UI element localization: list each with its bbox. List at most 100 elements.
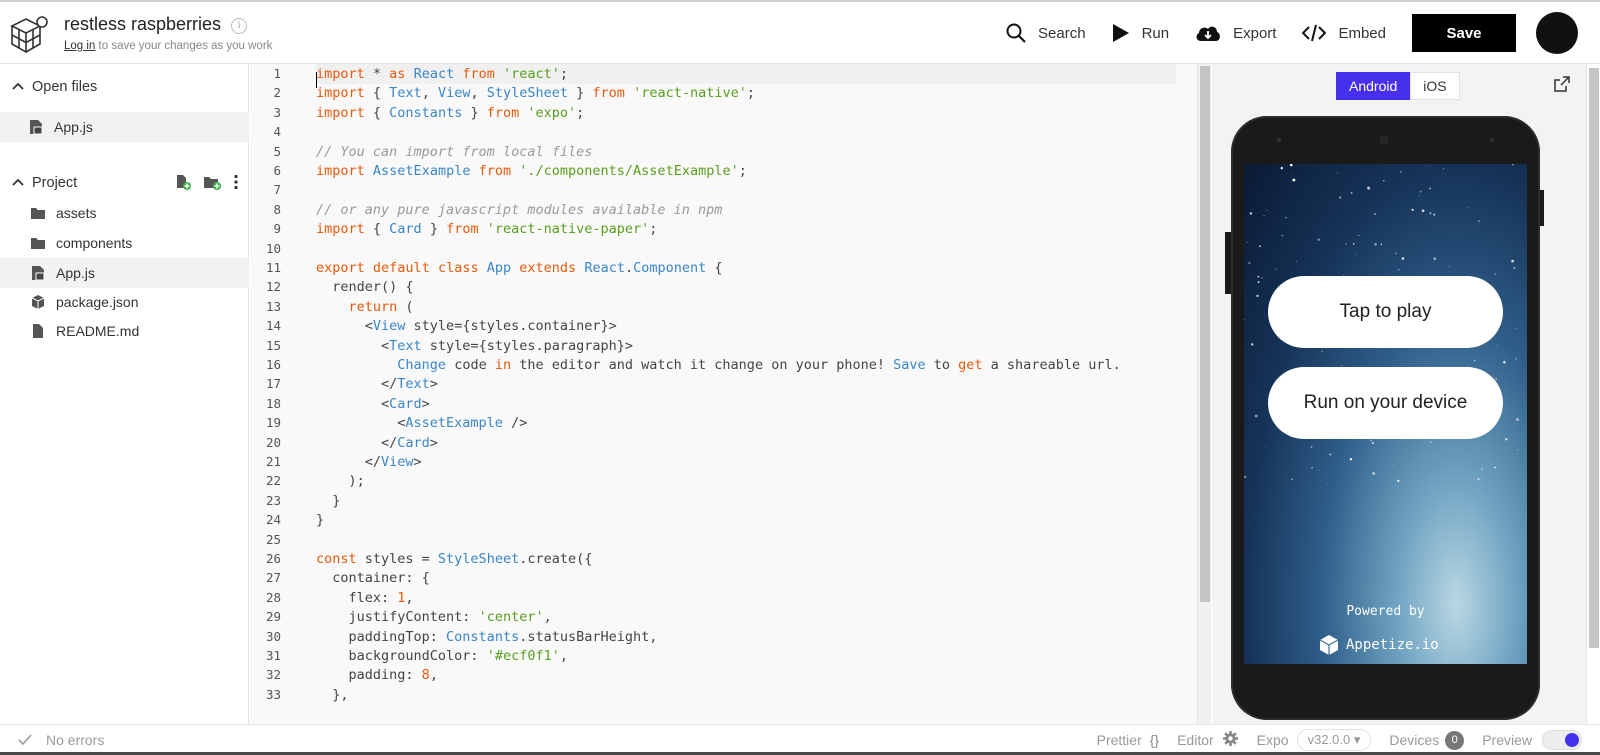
code-line[interactable]: backgroundColor: '#ecf0f1', (316, 646, 568, 666)
line-number: 20 (265, 434, 281, 450)
expo-version-selector[interactable]: Expo v32.0.0 ▾ (1257, 729, 1372, 751)
code-icon (1302, 24, 1327, 42)
open-external-icon[interactable] (1554, 76, 1570, 97)
code-line[interactable]: justifyContent: 'center', (316, 607, 552, 627)
appetize-logo-icon (1319, 635, 1339, 655)
code-line[interactable]: import { Constants } from 'expo'; (316, 103, 584, 123)
star (1321, 350, 1323, 352)
save-button[interactable]: Save (1412, 14, 1516, 52)
code-line[interactable]: import { Card } from 'react-native-paper… (316, 219, 657, 239)
error-status[interactable]: No errors (18, 732, 104, 748)
code-line[interactable]: }, (316, 685, 348, 705)
preview-scrollbar-thumb[interactable] (1589, 68, 1599, 648)
project-title[interactable]: restless raspberries (64, 14, 221, 35)
login-hint: Log in to save your changes as you work (64, 40, 272, 52)
star (1429, 212, 1432, 215)
run-on-device-button[interactable]: Run on your device (1268, 367, 1503, 439)
info-icon[interactable]: i (231, 18, 248, 34)
code-line[interactable]: </Card> (316, 433, 438, 453)
platform-android-button[interactable]: Android (1336, 72, 1411, 100)
editor-settings-button[interactable]: Editor (1177, 730, 1239, 750)
project-item-package-json[interactable]: package.json (0, 287, 249, 317)
code-line[interactable]: export default class App extends React.C… (316, 258, 723, 278)
star (1515, 418, 1519, 422)
export-button[interactable]: Export (1195, 23, 1276, 43)
new-file-icon[interactable] (175, 174, 191, 190)
code-line[interactable]: padding: 8, (316, 665, 438, 685)
star (1478, 220, 1480, 222)
project-header[interactable]: Project (0, 168, 249, 198)
code-line[interactable]: </View> (316, 452, 422, 472)
more-options-icon[interactable] (233, 174, 239, 190)
open-files-header[interactable]: Open files (0, 72, 249, 102)
code-line[interactable]: import AssetExample from './components/A… (316, 161, 747, 181)
code-line[interactable]: Change code in the editor and watch it c… (316, 355, 1120, 375)
project-item-label: package.json (56, 294, 139, 310)
star (1263, 215, 1265, 217)
embed-button[interactable]: Embed (1302, 23, 1386, 43)
run-button[interactable]: Run (1112, 23, 1170, 43)
line-number: 3 (273, 104, 281, 120)
project-item-assets[interactable]: assets (0, 198, 249, 228)
line-number: 14 (265, 318, 281, 334)
star (1259, 245, 1262, 248)
project-item-app-js[interactable]: App.js (0, 258, 249, 288)
code-line[interactable]: <AssetExample /> (316, 413, 527, 433)
open-file-item[interactable]: App.js (0, 112, 249, 142)
check-icon (18, 734, 32, 746)
code-line[interactable]: container: { (316, 568, 430, 588)
project-item-components[interactable]: components (0, 228, 249, 258)
line-number: 13 (265, 298, 281, 314)
code-line[interactable]: flex: 1, (316, 588, 414, 608)
line-number-gutter: 1 2 3 4 5 6 7 8 9 10 11 12 13 14 15 16 17 18 19 20 21 22 23 24 2… (250, 64, 314, 724)
play-icon (1112, 24, 1129, 42)
header: restless raspberries i Log in to save you… (0, 0, 1600, 64)
new-folder-icon[interactable] (203, 174, 221, 190)
code-line[interactable]: return ( (316, 297, 414, 317)
platform-ios-button[interactable]: iOS (1410, 72, 1460, 100)
code-line[interactable]: paddingTop: Constants.statusBarHeight, (316, 627, 658, 647)
code-line[interactable]: ); (316, 471, 365, 491)
login-link[interactable]: Log in (64, 40, 95, 52)
phone-camera (1379, 135, 1389, 145)
code-line[interactable]: </Text> (316, 374, 438, 394)
code-line[interactable]: import { Text, View, StyleSheet } from '… (316, 83, 755, 103)
export-label: Export (1233, 24, 1277, 42)
code-editor[interactable]: 1 2 3 4 5 6 7 8 9 10 11 12 13 14 15 16 17 18 19 20 21 22 23 24 2… (250, 64, 1197, 724)
code-line[interactable]: } (316, 491, 340, 511)
star (1319, 469, 1320, 471)
code-line[interactable]: // or any pure javascript modules availa… (316, 200, 722, 220)
star (1289, 164, 1293, 167)
appetize-brand[interactable]: Appetize.io (1318, 634, 1439, 656)
line-number: 26 (265, 551, 281, 566)
devices-button[interactable]: Devices 0 (1389, 730, 1465, 750)
project-item-readme[interactable]: README.md (0, 316, 249, 346)
code-line[interactable]: <Text style={styles.paragraph}> (316, 336, 633, 356)
project-tools (163, 174, 239, 190)
run-label: Run (1141, 24, 1170, 42)
code-line[interactable]: <View style={styles.container}> (316, 316, 617, 336)
code-line[interactable]: } (316, 510, 324, 530)
code-line[interactable]: import * as React from 'react'; (316, 64, 1176, 84)
tap-to-play-button[interactable]: Tap to play (1268, 276, 1503, 348)
line-number: 5 (273, 143, 281, 159)
preview-toggle[interactable]: Preview (1482, 730, 1582, 750)
star (1292, 178, 1296, 182)
line-number: 25 (265, 531, 281, 547)
code-line[interactable]: const styles = StyleSheet.create({ (316, 549, 592, 569)
code-line[interactable]: // You can import from local files (316, 142, 592, 162)
editor-scrollbar[interactable] (1197, 64, 1211, 724)
line-number: 32 (265, 667, 281, 683)
search-button[interactable]: Search (1006, 23, 1086, 43)
star (1448, 265, 1450, 267)
prettier-button[interactable]: Prettier {} (1097, 732, 1159, 748)
editor-scrollbar-thumb[interactable] (1200, 66, 1210, 602)
code-line[interactable]: <Card> (316, 394, 430, 414)
search-label: Search (1038, 24, 1086, 42)
package-icon (30, 294, 46, 310)
avatar[interactable] (1536, 12, 1578, 54)
code-line[interactable]: render() { (316, 277, 413, 297)
star (1512, 164, 1514, 166)
preview-scrollbar[interactable] (1586, 64, 1600, 724)
preview-switch[interactable] (1542, 730, 1582, 750)
